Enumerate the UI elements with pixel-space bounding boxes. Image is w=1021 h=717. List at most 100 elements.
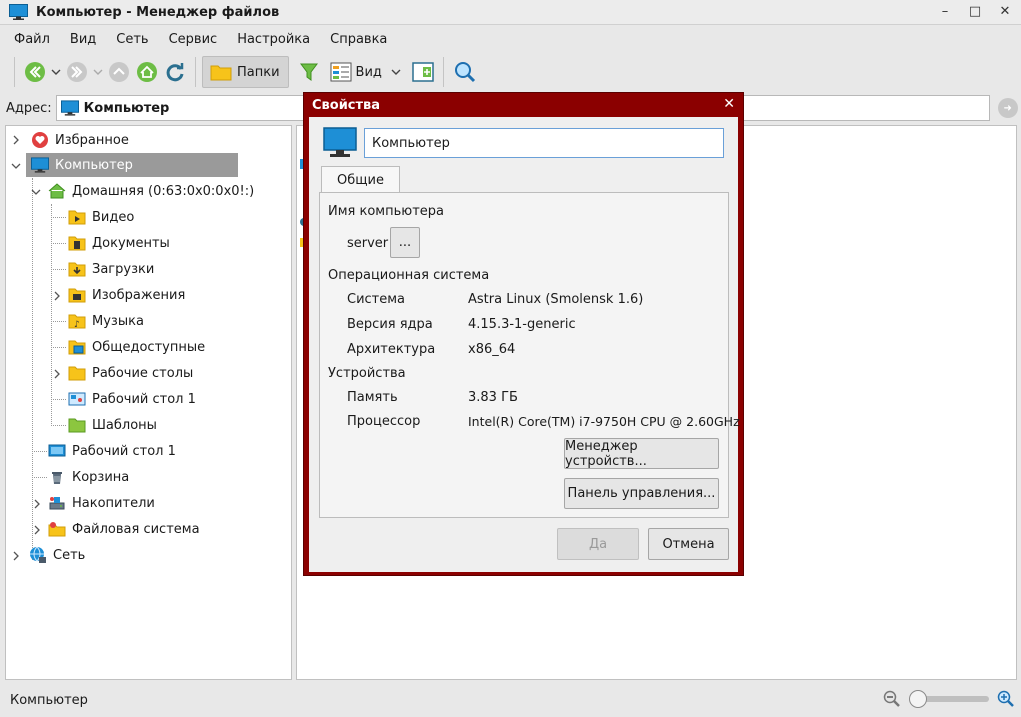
ok-button[interactable]: Да [557, 528, 639, 560]
tree-item-documents[interactable]: Документы [68, 231, 170, 255]
menu-settings[interactable]: Настройка [227, 32, 320, 47]
tree-item-templates[interactable]: Шаблоны [68, 413, 157, 437]
templates-folder-icon [68, 418, 86, 433]
search-button[interactable] [450, 56, 480, 88]
expand-network[interactable] [11, 551, 21, 561]
system-label: Система [347, 292, 406, 307]
home-button[interactable] [133, 56, 161, 88]
menu-service[interactable]: Сервис [159, 32, 228, 47]
tree-label: Накопители [72, 495, 155, 511]
tree-item-filesystem[interactable]: Файловая система [48, 517, 200, 541]
zoom-slider-thumb[interactable] [909, 690, 927, 708]
tree-label: Изображения [92, 287, 186, 303]
tree-item-drives[interactable]: Накопители [48, 491, 155, 515]
cpu-value: Intel(R) Core(TM) i7-9750H CPU @ 2.60GHz [468, 414, 740, 429]
tree-label: Избранное [55, 132, 129, 148]
zoom-control [883, 690, 1015, 708]
device-manager-button[interactable]: Менеджер устройств... [564, 438, 719, 469]
change-hostname-button[interactable]: ... [390, 227, 420, 258]
back-icon [25, 62, 45, 82]
network-icon [30, 546, 46, 563]
svg-text:♪: ♪ [74, 320, 80, 329]
properties-dialog: Свойства ✕ Компьютер Общие Имя компьютер… [303, 92, 744, 576]
expand-desktops[interactable] [52, 369, 62, 379]
tree-item-home[interactable]: Домашняя (0:63:0x0:0x0!:) [48, 179, 254, 203]
zoom-out-icon[interactable] [883, 690, 901, 708]
cancel-button[interactable]: Отмена [648, 528, 729, 560]
tab-general[interactable]: Общие [321, 166, 400, 193]
back-history-chevron[interactable] [49, 56, 63, 88]
tree-guide [51, 243, 66, 244]
close-icon[interactable]: ✕ [997, 3, 1013, 19]
desktop-icon [48, 444, 66, 457]
expand-filesystem[interactable] [32, 525, 42, 535]
view-chevron[interactable] [389, 56, 403, 88]
menu-view[interactable]: Вид [60, 32, 106, 47]
tree-item-desktop-folder[interactable]: Рабочий стол 1 [68, 387, 196, 411]
tree-item-desktops[interactable]: Рабочие столы [68, 361, 193, 385]
hostname-value: server [347, 236, 389, 251]
expand-drives[interactable] [32, 499, 42, 509]
title-bar: Компьютер - Менеджер файлов – □ ✕ [0, 0, 1021, 25]
menu-help[interactable]: Справка [320, 32, 397, 47]
computer-name-header: Имя компьютера [328, 204, 444, 219]
tree-label: Компьютер [55, 157, 133, 173]
tree-item-desktop[interactable]: Рабочий стол 1 [48, 439, 176, 463]
tree-item-downloads[interactable]: Загрузки [68, 257, 154, 281]
os-header: Операционная система [328, 268, 490, 283]
trash-icon [52, 472, 62, 484]
view-mode-button[interactable]: Вид [327, 56, 385, 88]
kernel-label: Версия ядра [347, 317, 433, 332]
tree-guide [51, 425, 66, 426]
tree-item-favorites[interactable]: Избранное [27, 128, 133, 152]
back-button[interactable] [21, 56, 49, 88]
tree-item-images[interactable]: Изображения [68, 283, 185, 307]
chevron-down-icon [391, 69, 401, 75]
chevron-down-icon [11, 163, 21, 169]
downloads-folder-icon [68, 262, 86, 277]
tree-label: Рабочий стол 1 [72, 443, 176, 459]
tab-general-label: Общие [337, 172, 384, 188]
expand-images[interactable] [52, 291, 62, 301]
minimize-icon[interactable]: – [937, 3, 953, 19]
collapse-home[interactable] [31, 187, 41, 197]
computer-name-input[interactable]: Компьютер [364, 128, 724, 158]
forward-history-chevron[interactable] [91, 56, 105, 88]
refresh-button[interactable] [161, 56, 189, 88]
menu-network[interactable]: Сеть [106, 32, 158, 47]
folders-toggle-button[interactable]: Папки [202, 56, 289, 88]
dialog-title: Свойства [312, 97, 381, 113]
expand-favorites[interactable] [11, 135, 21, 145]
new-panel-button[interactable] [409, 56, 437, 88]
maximize-icon[interactable]: □ [967, 3, 983, 19]
computer-name-value: Компьютер [372, 135, 450, 151]
tree-item-video[interactable]: Видео [68, 205, 134, 229]
go-icon[interactable]: ➜ [997, 98, 1018, 118]
tree-item-public[interactable]: Общедоступные [68, 335, 205, 359]
forward-button[interactable] [63, 56, 91, 88]
music-folder-icon: ♪ [68, 314, 86, 329]
tree-item-computer[interactable]: Компьютер [26, 153, 238, 177]
memory-label: Память [347, 390, 398, 405]
collapse-computer[interactable] [11, 161, 21, 171]
control-panel-button[interactable]: Панель управления... [564, 478, 719, 509]
up-icon [109, 62, 129, 82]
zoom-in-icon[interactable] [997, 690, 1015, 708]
tree-item-network[interactable]: Сеть [29, 543, 85, 567]
devices-header: Устройства [328, 366, 406, 381]
drives-icon [49, 497, 65, 510]
folders-label: Папки [237, 64, 280, 80]
menu-bar: Файл Вид Сеть Сервис Настройка Справка [0, 27, 1021, 51]
tree-item-music[interactable]: ♪ Музыка [68, 309, 144, 333]
tree-item-trash[interactable]: Корзина [48, 465, 129, 489]
zoom-slider[interactable] [909, 690, 989, 708]
dialog-close-icon[interactable]: ✕ [723, 96, 735, 112]
tree-label: Документы [92, 235, 170, 251]
up-button[interactable] [105, 56, 133, 88]
filter-button[interactable] [295, 56, 323, 88]
chevron-down-icon [51, 69, 61, 75]
tree-guide [51, 321, 66, 322]
toolbar-separator [14, 57, 15, 87]
menu-file[interactable]: Файл [4, 32, 60, 47]
tree-guide [51, 399, 66, 400]
